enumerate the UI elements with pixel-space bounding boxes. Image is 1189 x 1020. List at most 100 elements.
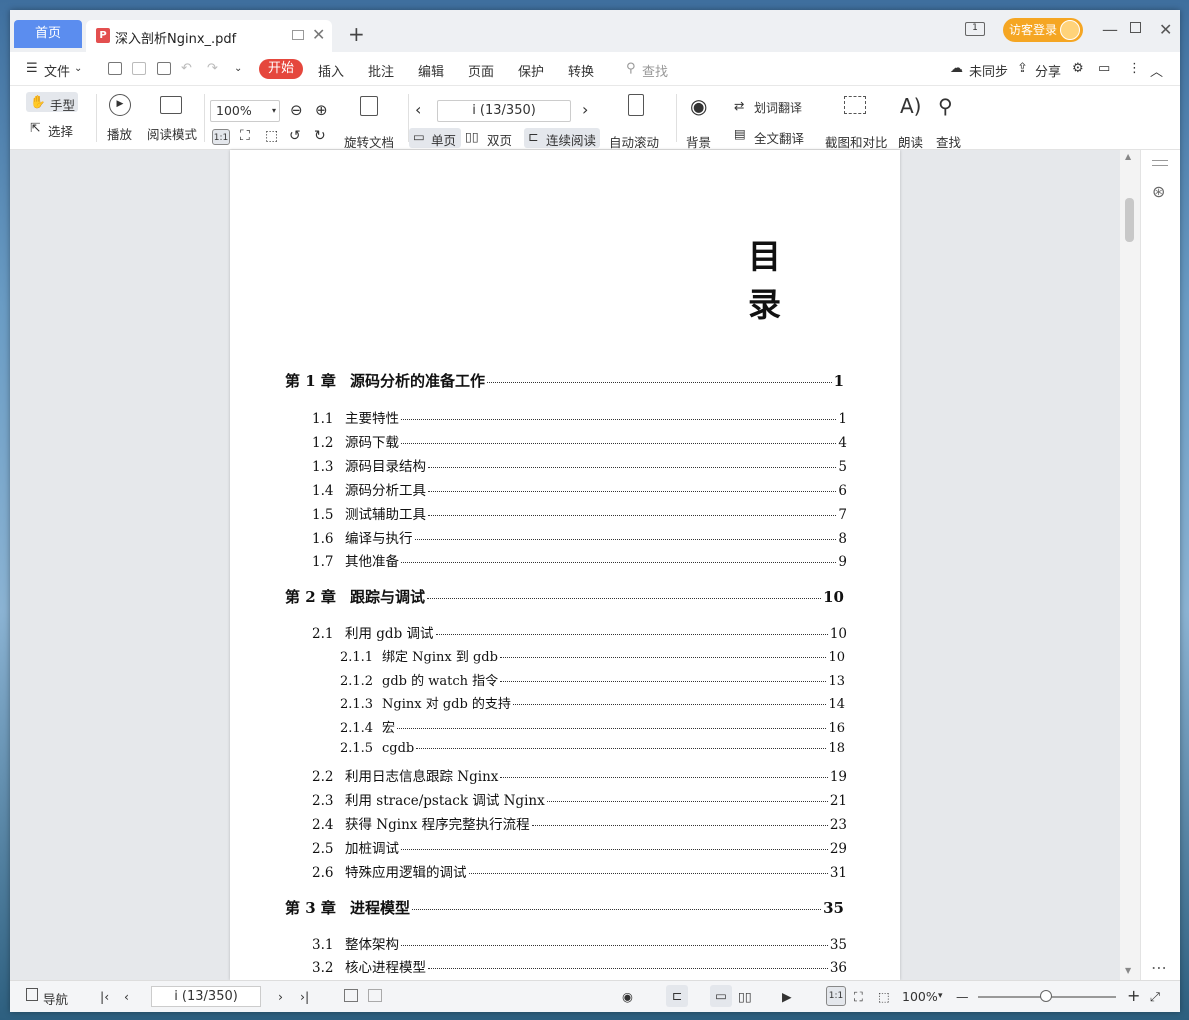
toc-entry[interactable]: 2.3 利用 strace/pstack 调试 Nginx 21 bbox=[312, 789, 847, 809]
settings-icon[interactable]: ⚙ bbox=[1072, 61, 1084, 76]
status-page-input[interactable]: i (13/350) bbox=[151, 986, 261, 1007]
toc-entry[interactable]: 2.5 加桩调试 29 bbox=[312, 837, 847, 857]
zoom-in-icon[interactable]: ⊕ bbox=[315, 101, 328, 119]
menu-protect[interactable]: 保护 bbox=[518, 61, 544, 80]
toc-entry[interactable]: 1.2 源码下载 4 bbox=[312, 431, 847, 451]
fullscreen-icon[interactable]: ⤢ bbox=[1150, 989, 1160, 1005]
forward-icon[interactable] bbox=[368, 989, 382, 1002]
toc-entry[interactable]: 2.1.2 gdb 的 watch 指令 13 bbox=[340, 670, 845, 689]
scrollbar-thumb[interactable] bbox=[1125, 198, 1134, 242]
menu-page[interactable]: 页面 bbox=[468, 61, 494, 80]
actual-size-icon[interactable]: 1:1 bbox=[212, 129, 230, 145]
fit-page-icon[interactable]: ⛶ bbox=[240, 128, 250, 144]
navigation-label[interactable]: 导航 bbox=[43, 989, 68, 1008]
find-button[interactable]: ⚲ 查找 bbox=[934, 92, 966, 150]
document-viewport[interactable]: 目 录 第 1 章源码分析的准备工作 1 1.1 主要特性 1 1.2 源码下载 4 1.3 源码… bbox=[10, 150, 1140, 980]
cloud-icon[interactable]: ☁ bbox=[950, 61, 963, 76]
back-icon[interactable] bbox=[344, 989, 358, 1002]
full-translate-button[interactable]: ▤ 全文翻译 bbox=[734, 126, 814, 146]
chevron-down-icon[interactable]: ▾ bbox=[938, 991, 943, 1001]
print-icon[interactable] bbox=[157, 62, 171, 75]
read-aloud-button[interactable]: A) 朗读 bbox=[896, 92, 928, 150]
toc-entry[interactable]: 2.1.3 Nginx 对 gdb 的支持 14 bbox=[340, 693, 845, 712]
select-tool-button[interactable]: ⇱ 选择 bbox=[30, 120, 82, 140]
continuous-view-icon[interactable]: ⊏ bbox=[666, 985, 688, 1007]
minimize-icon[interactable]: — bbox=[1102, 20, 1118, 39]
toc-entry[interactable]: 2.1.4 宏 16 bbox=[340, 717, 845, 736]
auto-scroll-button[interactable]: 自动滚动 bbox=[608, 92, 668, 150]
toc-entry[interactable]: 第 2 章跟踪与调试 10 bbox=[285, 586, 844, 607]
toc-entry[interactable]: 2.6 特殊应用逻辑的调试 31 bbox=[312, 861, 847, 881]
prev-page-icon[interactable]: ‹ bbox=[124, 989, 129, 1004]
rotate-left-icon[interactable]: ↺ bbox=[289, 128, 301, 144]
toc-entry[interactable]: 3.1 整体架构 35 bbox=[312, 933, 847, 953]
toc-entry[interactable]: 2.1.5 cgdb 18 bbox=[340, 741, 845, 756]
tab-home[interactable]: 首页 bbox=[14, 20, 82, 48]
search-icon[interactable]: ⚲ bbox=[626, 61, 636, 76]
collapse-ribbon-icon[interactable]: ︿ bbox=[1150, 61, 1163, 80]
zoom-out-icon[interactable]: ⊖ bbox=[290, 101, 303, 119]
zoom-select[interactable]: 100% ▾ bbox=[210, 100, 280, 122]
ai-search-icon[interactable]: ⊛ bbox=[1152, 182, 1165, 201]
menu-annotate[interactable]: 批注 bbox=[368, 61, 394, 80]
toc-entry[interactable]: 2.2 利用日志信息跟踪 Nginx 19 bbox=[312, 765, 847, 785]
prev-page-icon[interactable]: ‹ bbox=[415, 100, 421, 119]
toc-entry[interactable]: 第 1 章源码分析的准备工作 1 bbox=[285, 370, 844, 391]
next-page-icon[interactable]: › bbox=[582, 100, 588, 119]
page-number-input[interactable]: i (13/350) bbox=[437, 100, 571, 122]
fit-width-icon[interactable]: ⬚ bbox=[878, 989, 890, 1004]
zoom-out-icon[interactable]: — bbox=[956, 989, 969, 1004]
pin-icon[interactable] bbox=[292, 30, 304, 40]
undo-icon[interactable]: ↶ bbox=[181, 61, 192, 76]
toc-entry[interactable]: 1.5 测试辅助工具 7 bbox=[312, 503, 847, 523]
more-options-icon[interactable]: ⋯ bbox=[1151, 958, 1167, 977]
rotate-document-button[interactable]: 旋转文档 bbox=[343, 92, 397, 150]
double-page-view-icon[interactable]: ▯▯ bbox=[738, 989, 752, 1004]
share-icon[interactable]: ⇪ bbox=[1017, 61, 1028, 76]
continuous-read-button[interactable]: ⊏ 连续阅读 bbox=[524, 128, 600, 148]
toc-entry[interactable]: 3.2 核心进程模型 36 bbox=[312, 956, 847, 976]
scroll-up-icon[interactable]: ▲ bbox=[1125, 152, 1131, 161]
page-count-icon[interactable]: 1 bbox=[965, 22, 985, 36]
menu-convert[interactable]: 转换 bbox=[568, 61, 594, 80]
background-button[interactable]: ◉ 背景 bbox=[684, 92, 724, 150]
vertical-scrollbar[interactable]: ▲ ▼ bbox=[1120, 150, 1140, 980]
menu-search[interactable]: 查找 bbox=[642, 61, 668, 80]
next-page-icon[interactable]: › bbox=[278, 989, 283, 1004]
play-icon[interactable]: ▶ bbox=[782, 989, 792, 1004]
navigation-icon[interactable] bbox=[26, 988, 38, 1001]
toc-entry[interactable]: 1.6 编译与执行 8 bbox=[312, 527, 847, 547]
new-tab-button[interactable]: + bbox=[348, 22, 365, 46]
toc-entry[interactable]: 1.3 源码目录结构 5 bbox=[312, 455, 847, 475]
screenshot-compare-button[interactable]: 截图和对比 bbox=[824, 92, 888, 150]
chevron-down-icon[interactable]: ⌄ bbox=[74, 63, 82, 74]
single-page-button[interactable]: ▭ 单页 bbox=[409, 128, 461, 148]
menu-file[interactable]: 文件 bbox=[44, 61, 70, 80]
rotate-right-icon[interactable]: ↻ bbox=[314, 128, 326, 144]
play-button[interactable]: ▶ 播放 bbox=[106, 92, 136, 144]
read-mode-button[interactable]: 阅读模式 bbox=[146, 92, 198, 144]
hand-tool-button[interactable]: ✋ 手型 bbox=[26, 92, 78, 113]
save-icon[interactable] bbox=[132, 62, 146, 75]
login-button[interactable]: 访客登录 bbox=[1003, 18, 1083, 42]
close-window-icon[interactable]: ✕ bbox=[1159, 20, 1172, 39]
open-folder-icon[interactable] bbox=[108, 62, 122, 75]
menu-insert[interactable]: 插入 bbox=[318, 61, 344, 80]
tab-document[interactable]: P 深入剖析Nginx_.pdf ✕ bbox=[86, 20, 332, 52]
scroll-down-icon[interactable]: ▼ bbox=[1125, 966, 1131, 975]
comment-icon[interactable]: ▭ bbox=[1098, 61, 1110, 76]
hamburger-icon[interactable]: ☰ bbox=[26, 61, 38, 76]
share-button[interactable]: 分享 bbox=[1035, 61, 1061, 80]
zoom-slider-knob[interactable] bbox=[1040, 990, 1052, 1002]
quick-access-dropdown-icon[interactable]: ⌄ bbox=[234, 63, 242, 74]
first-page-icon[interactable]: |‹ bbox=[100, 989, 109, 1004]
single-page-view-icon[interactable]: ▭ bbox=[710, 985, 732, 1007]
menu-edit[interactable]: 编辑 bbox=[418, 61, 444, 80]
word-translate-button[interactable]: ⇄ 划词翻译 bbox=[734, 98, 814, 118]
zoom-slider[interactable] bbox=[978, 990, 1116, 1002]
toc-entry[interactable]: 2.1 利用 gdb 调试 10 bbox=[312, 622, 847, 642]
toc-entry[interactable]: 1.7 其他准备 9 bbox=[312, 550, 847, 570]
zoom-level[interactable]: 100% bbox=[902, 989, 938, 1004]
toc-entry[interactable]: 2.4 获得 Nginx 程序完整执行流程 23 bbox=[312, 813, 847, 833]
close-tab-icon[interactable]: ✕ bbox=[312, 25, 325, 44]
